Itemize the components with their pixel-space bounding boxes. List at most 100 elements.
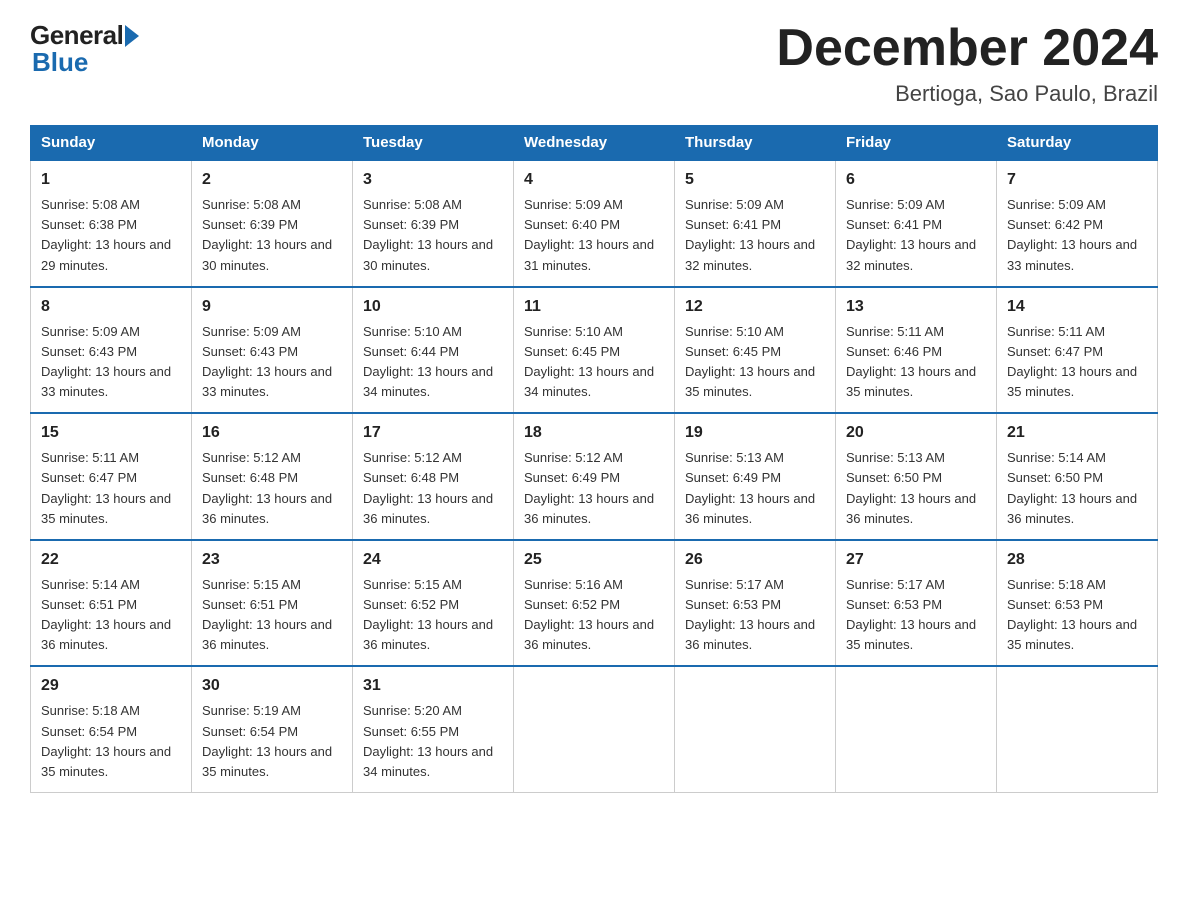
day-info: Sunrise: 5:18 AMSunset: 6:53 PMDaylight:… bbox=[1007, 575, 1147, 656]
calendar-cell bbox=[836, 666, 997, 792]
day-info: Sunrise: 5:10 AMSunset: 6:45 PMDaylight:… bbox=[685, 322, 825, 403]
calendar-cell: 14 Sunrise: 5:11 AMSunset: 6:47 PMDaylig… bbox=[997, 287, 1158, 414]
day-info: Sunrise: 5:19 AMSunset: 6:54 PMDaylight:… bbox=[202, 701, 342, 782]
day-header-wednesday: Wednesday bbox=[514, 126, 675, 161]
calendar-week-row: 8 Sunrise: 5:09 AMSunset: 6:43 PMDayligh… bbox=[31, 287, 1158, 414]
logo: General Blue bbox=[30, 20, 139, 78]
day-number: 8 bbox=[41, 295, 181, 319]
day-number: 22 bbox=[41, 548, 181, 572]
month-year-title: December 2024 bbox=[776, 20, 1158, 77]
day-info: Sunrise: 5:11 AMSunset: 6:47 PMDaylight:… bbox=[41, 448, 181, 529]
calendar-cell: 5 Sunrise: 5:09 AMSunset: 6:41 PMDayligh… bbox=[675, 160, 836, 287]
day-number: 7 bbox=[1007, 168, 1147, 192]
calendar-table: SundayMondayTuesdayWednesdayThursdayFrid… bbox=[30, 125, 1158, 793]
day-info: Sunrise: 5:11 AMSunset: 6:47 PMDaylight:… bbox=[1007, 322, 1147, 403]
day-number: 14 bbox=[1007, 295, 1147, 319]
location-subtitle: Bertioga, Sao Paulo, Brazil bbox=[776, 81, 1158, 107]
calendar-cell: 21 Sunrise: 5:14 AMSunset: 6:50 PMDaylig… bbox=[997, 413, 1158, 540]
day-info: Sunrise: 5:12 AMSunset: 6:48 PMDaylight:… bbox=[363, 448, 503, 529]
day-info: Sunrise: 5:14 AMSunset: 6:51 PMDaylight:… bbox=[41, 575, 181, 656]
day-number: 4 bbox=[524, 168, 664, 192]
calendar-header-row: SundayMondayTuesdayWednesdayThursdayFrid… bbox=[31, 126, 1158, 161]
calendar-cell: 1 Sunrise: 5:08 AMSunset: 6:38 PMDayligh… bbox=[31, 160, 192, 287]
day-info: Sunrise: 5:09 AMSunset: 6:41 PMDaylight:… bbox=[846, 195, 986, 276]
calendar-cell: 26 Sunrise: 5:17 AMSunset: 6:53 PMDaylig… bbox=[675, 540, 836, 667]
day-number: 24 bbox=[363, 548, 503, 572]
day-number: 15 bbox=[41, 421, 181, 445]
day-number: 30 bbox=[202, 674, 342, 698]
day-number: 16 bbox=[202, 421, 342, 445]
calendar-cell: 10 Sunrise: 5:10 AMSunset: 6:44 PMDaylig… bbox=[353, 287, 514, 414]
calendar-cell: 15 Sunrise: 5:11 AMSunset: 6:47 PMDaylig… bbox=[31, 413, 192, 540]
calendar-cell: 24 Sunrise: 5:15 AMSunset: 6:52 PMDaylig… bbox=[353, 540, 514, 667]
day-info: Sunrise: 5:14 AMSunset: 6:50 PMDaylight:… bbox=[1007, 448, 1147, 529]
day-number: 1 bbox=[41, 168, 181, 192]
day-info: Sunrise: 5:13 AMSunset: 6:50 PMDaylight:… bbox=[846, 448, 986, 529]
day-header-sunday: Sunday bbox=[31, 126, 192, 161]
day-info: Sunrise: 5:11 AMSunset: 6:46 PMDaylight:… bbox=[846, 322, 986, 403]
day-info: Sunrise: 5:17 AMSunset: 6:53 PMDaylight:… bbox=[685, 575, 825, 656]
calendar-cell: 7 Sunrise: 5:09 AMSunset: 6:42 PMDayligh… bbox=[997, 160, 1158, 287]
day-header-saturday: Saturday bbox=[997, 126, 1158, 161]
day-info: Sunrise: 5:20 AMSunset: 6:55 PMDaylight:… bbox=[363, 701, 503, 782]
calendar-week-row: 1 Sunrise: 5:08 AMSunset: 6:38 PMDayligh… bbox=[31, 160, 1158, 287]
day-number: 5 bbox=[685, 168, 825, 192]
day-info: Sunrise: 5:16 AMSunset: 6:52 PMDaylight:… bbox=[524, 575, 664, 656]
day-number: 25 bbox=[524, 548, 664, 572]
calendar-cell: 17 Sunrise: 5:12 AMSunset: 6:48 PMDaylig… bbox=[353, 413, 514, 540]
day-info: Sunrise: 5:09 AMSunset: 6:42 PMDaylight:… bbox=[1007, 195, 1147, 276]
day-info: Sunrise: 5:15 AMSunset: 6:52 PMDaylight:… bbox=[363, 575, 503, 656]
day-info: Sunrise: 5:13 AMSunset: 6:49 PMDaylight:… bbox=[685, 448, 825, 529]
header: General Blue December 2024 Bertioga, Sao… bbox=[30, 20, 1158, 107]
day-number: 9 bbox=[202, 295, 342, 319]
calendar-cell: 25 Sunrise: 5:16 AMSunset: 6:52 PMDaylig… bbox=[514, 540, 675, 667]
calendar-cell: 22 Sunrise: 5:14 AMSunset: 6:51 PMDaylig… bbox=[31, 540, 192, 667]
calendar-week-row: 22 Sunrise: 5:14 AMSunset: 6:51 PMDaylig… bbox=[31, 540, 1158, 667]
day-info: Sunrise: 5:15 AMSunset: 6:51 PMDaylight:… bbox=[202, 575, 342, 656]
day-number: 23 bbox=[202, 548, 342, 572]
calendar-cell: 3 Sunrise: 5:08 AMSunset: 6:39 PMDayligh… bbox=[353, 160, 514, 287]
day-number: 19 bbox=[685, 421, 825, 445]
calendar-week-row: 29 Sunrise: 5:18 AMSunset: 6:54 PMDaylig… bbox=[31, 666, 1158, 792]
calendar-cell: 27 Sunrise: 5:17 AMSunset: 6:53 PMDaylig… bbox=[836, 540, 997, 667]
day-number: 12 bbox=[685, 295, 825, 319]
calendar-cell: 13 Sunrise: 5:11 AMSunset: 6:46 PMDaylig… bbox=[836, 287, 997, 414]
logo-blue-text: Blue bbox=[30, 47, 88, 78]
calendar-cell: 8 Sunrise: 5:09 AMSunset: 6:43 PMDayligh… bbox=[31, 287, 192, 414]
day-number: 18 bbox=[524, 421, 664, 445]
calendar-cell: 23 Sunrise: 5:15 AMSunset: 6:51 PMDaylig… bbox=[192, 540, 353, 667]
day-info: Sunrise: 5:09 AMSunset: 6:41 PMDaylight:… bbox=[685, 195, 825, 276]
day-number: 21 bbox=[1007, 421, 1147, 445]
calendar-cell: 20 Sunrise: 5:13 AMSunset: 6:50 PMDaylig… bbox=[836, 413, 997, 540]
day-number: 28 bbox=[1007, 548, 1147, 572]
title-area: December 2024 Bertioga, Sao Paulo, Brazi… bbox=[776, 20, 1158, 107]
calendar-cell: 9 Sunrise: 5:09 AMSunset: 6:43 PMDayligh… bbox=[192, 287, 353, 414]
calendar-week-row: 15 Sunrise: 5:11 AMSunset: 6:47 PMDaylig… bbox=[31, 413, 1158, 540]
day-info: Sunrise: 5:09 AMSunset: 6:43 PMDaylight:… bbox=[202, 322, 342, 403]
day-number: 29 bbox=[41, 674, 181, 698]
calendar-cell: 31 Sunrise: 5:20 AMSunset: 6:55 PMDaylig… bbox=[353, 666, 514, 792]
calendar-cell: 12 Sunrise: 5:10 AMSunset: 6:45 PMDaylig… bbox=[675, 287, 836, 414]
day-header-friday: Friday bbox=[836, 126, 997, 161]
day-header-thursday: Thursday bbox=[675, 126, 836, 161]
day-number: 26 bbox=[685, 548, 825, 572]
day-info: Sunrise: 5:12 AMSunset: 6:48 PMDaylight:… bbox=[202, 448, 342, 529]
calendar-cell: 30 Sunrise: 5:19 AMSunset: 6:54 PMDaylig… bbox=[192, 666, 353, 792]
day-info: Sunrise: 5:17 AMSunset: 6:53 PMDaylight:… bbox=[846, 575, 986, 656]
day-header-tuesday: Tuesday bbox=[353, 126, 514, 161]
calendar-cell: 11 Sunrise: 5:10 AMSunset: 6:45 PMDaylig… bbox=[514, 287, 675, 414]
day-number: 17 bbox=[363, 421, 503, 445]
day-info: Sunrise: 5:09 AMSunset: 6:40 PMDaylight:… bbox=[524, 195, 664, 276]
calendar-cell: 28 Sunrise: 5:18 AMSunset: 6:53 PMDaylig… bbox=[997, 540, 1158, 667]
day-number: 27 bbox=[846, 548, 986, 572]
day-number: 11 bbox=[524, 295, 664, 319]
day-number: 31 bbox=[363, 674, 503, 698]
calendar-cell: 18 Sunrise: 5:12 AMSunset: 6:49 PMDaylig… bbox=[514, 413, 675, 540]
calendar-cell: 2 Sunrise: 5:08 AMSunset: 6:39 PMDayligh… bbox=[192, 160, 353, 287]
logo-arrow-icon bbox=[125, 25, 139, 47]
day-info: Sunrise: 5:08 AMSunset: 6:38 PMDaylight:… bbox=[41, 195, 181, 276]
calendar-cell: 4 Sunrise: 5:09 AMSunset: 6:40 PMDayligh… bbox=[514, 160, 675, 287]
day-number: 6 bbox=[846, 168, 986, 192]
calendar-cell: 29 Sunrise: 5:18 AMSunset: 6:54 PMDaylig… bbox=[31, 666, 192, 792]
day-number: 2 bbox=[202, 168, 342, 192]
